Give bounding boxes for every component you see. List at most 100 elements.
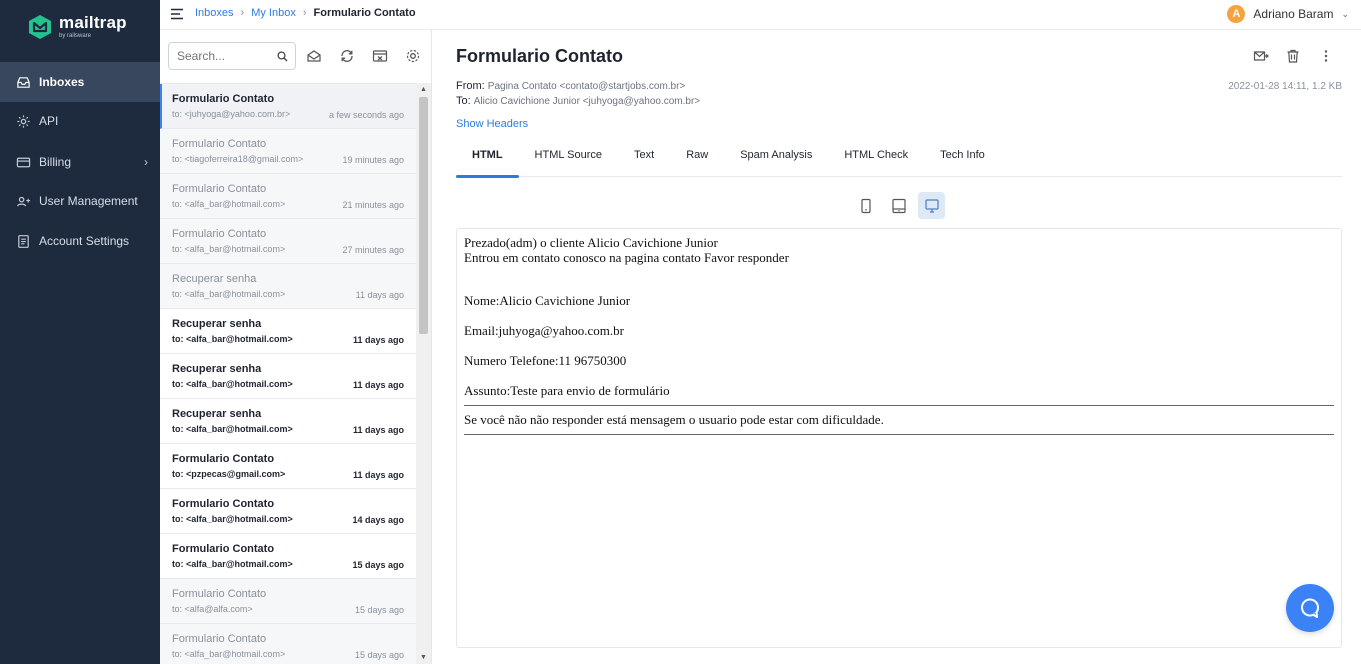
- breadcrumb-inboxes[interactable]: Inboxes: [195, 7, 234, 19]
- search-input[interactable]: [177, 49, 273, 63]
- card-icon: [16, 157, 31, 167]
- tablet-view-button[interactable]: [885, 192, 912, 219]
- refresh-icon[interactable]: [339, 48, 355, 64]
- message-time: 11 days ago: [355, 290, 404, 300]
- message-meta: 2022-01-28 14:11, 1.2 KB: [1228, 81, 1342, 92]
- forward-icon[interactable]: [1253, 48, 1269, 64]
- to-label: To:: [456, 95, 471, 107]
- show-headers-link[interactable]: Show Headers: [456, 118, 528, 130]
- tab-spam-analysis[interactable]: Spam Analysis: [724, 140, 828, 177]
- email-preview: Prezado(adm) o cliente Alicio Cavichione…: [456, 228, 1342, 648]
- from-value: Pagina Contato <contato@startjobs.com.br…: [487, 81, 686, 92]
- message-subject: Formulario Contato: [172, 498, 275, 510]
- message-item[interactable]: Formulario Contato to: <alfa_bar@hotmail…: [160, 624, 416, 664]
- tab-text[interactable]: Text: [618, 140, 670, 177]
- message-list-panel: Formulario Contato to: <juhyoga@yahoo.co…: [160, 30, 432, 664]
- chevron-down-icon: ⌄: [1341, 8, 1349, 19]
- message-item[interactable]: Formulario Contato to: <juhyoga@yahoo.co…: [160, 84, 416, 129]
- nav-item-user-management[interactable]: User Management: [0, 181, 160, 221]
- mailtrap-logo[interactable]: mailtrap by railsware: [27, 14, 127, 40]
- view-tabs: HTML HTML Source Text Raw Spam Analysis …: [456, 140, 1342, 178]
- scroll-up-arrow-icon[interactable]: ▲: [420, 86, 427, 93]
- breadcrumb-current: Formulario Contato: [313, 7, 416, 19]
- main-navigation: mailtrap by railsware Inboxes API Billin…: [0, 0, 160, 664]
- message-subject: Formulario Contato: [172, 93, 275, 105]
- message-time: 15 days ago: [354, 650, 404, 660]
- breadcrumb-separator: ›: [302, 7, 307, 19]
- message-time: 21 minutes ago: [342, 200, 404, 210]
- divider: [464, 434, 1334, 435]
- top-bar: Inboxes › My Inbox › Formulario Contato …: [160, 0, 1361, 30]
- more-options-icon[interactable]: [1318, 48, 1334, 64]
- message-item[interactable]: Formulario Contato to: <tiagoferreira18@…: [160, 129, 416, 174]
- message-time: 11 days ago: [352, 380, 404, 390]
- breadcrumb-my-inbox[interactable]: My Inbox: [251, 7, 296, 19]
- mobile-view-button[interactable]: [852, 192, 879, 219]
- nav-item-api[interactable]: API: [0, 101, 160, 141]
- tab-html[interactable]: HTML: [456, 140, 519, 178]
- nav-label: User Management: [39, 194, 138, 208]
- message-subject: Recuperar senha: [172, 273, 257, 285]
- message-item[interactable]: Recuperar senha to: <alfa_bar@hotmail.co…: [160, 354, 416, 399]
- tab-html-source[interactable]: HTML Source: [519, 140, 618, 177]
- divider: [464, 405, 1334, 406]
- message-item[interactable]: Formulario Contato to: <alfa_bar@hotmail…: [160, 174, 416, 219]
- desktop-view-button[interactable]: [918, 192, 945, 219]
- trash-icon[interactable]: [1285, 48, 1301, 64]
- to-header: To: Alicio Cavichione Junior <juhyoga@ya…: [456, 95, 700, 107]
- nav-label: Inboxes: [39, 75, 85, 89]
- message-subject: Formulario Contato: [172, 633, 267, 645]
- gear-icon: [17, 114, 30, 128]
- desktop-icon: [924, 198, 939, 213]
- mobile-icon: [860, 198, 871, 213]
- tab-raw[interactable]: Raw: [670, 140, 724, 177]
- message-subject: Formulario Contato: [172, 543, 275, 555]
- document-icon: [18, 234, 29, 248]
- message-item[interactable]: Recuperar senha to: <alfa_bar@hotmail.co…: [160, 399, 416, 444]
- body-line: Entrou em contato conosco na pagina cont…: [464, 250, 789, 265]
- tab-html-check[interactable]: HTML Check: [828, 140, 924, 177]
- tablet-icon: [891, 198, 906, 213]
- settings-gear-icon[interactable]: [405, 48, 421, 64]
- search-icon[interactable]: [277, 51, 288, 62]
- mailtrap-logo-icon: [29, 15, 51, 39]
- body-aviso: Se você não não responder está mensagem …: [464, 412, 884, 427]
- message-time: 15 days ago: [354, 605, 404, 615]
- message-item[interactable]: Recuperar senha to: <alfa_bar@hotmail.co…: [160, 264, 416, 309]
- from-label: From:: [456, 80, 485, 92]
- brand-sub: by railsware: [59, 33, 92, 39]
- message-item[interactable]: Formulario Contato to: <alfa_bar@hotmail…: [160, 534, 416, 579]
- nav-label: API: [39, 114, 59, 128]
- tab-tech-info[interactable]: Tech Info: [924, 140, 1001, 177]
- message-time: 11 days ago: [352, 335, 404, 345]
- user-menu[interactable]: A Adriano Baram ⌄: [1227, 5, 1349, 23]
- message-subject: Recuperar senha: [172, 408, 262, 420]
- support-chat-button[interactable]: [1286, 584, 1334, 632]
- menu-icon[interactable]: [170, 7, 184, 21]
- scroll-down-arrow-icon[interactable]: ▼: [420, 654, 427, 661]
- mark-read-icon[interactable]: [306, 48, 322, 64]
- avatar: A: [1227, 5, 1246, 23]
- breadcrumb-separator: ›: [240, 7, 245, 19]
- message-item[interactable]: Recuperar senha to: <alfa_bar@hotmail.co…: [160, 309, 416, 354]
- clear-inbox-icon[interactable]: [372, 48, 388, 64]
- message-subject: Formulario Contato: [172, 453, 275, 465]
- nav-item-account-settings[interactable]: Account Settings: [0, 221, 160, 261]
- message-item[interactable]: Formulario Contato to: <alfa_bar@hotmail…: [160, 219, 416, 264]
- message-item[interactable]: Formulario Contato to: <pzpecas@gmail.co…: [160, 444, 416, 489]
- message-list-scrollbar[interactable]: ▲ ▼: [416, 83, 431, 664]
- scroll-thumb[interactable]: [419, 97, 428, 334]
- nav-label: Account Settings: [39, 234, 130, 248]
- message-time: 27 minutes ago: [342, 245, 404, 255]
- nav-label: Billing: [39, 155, 72, 169]
- message-subject: Formulario Contato: [172, 183, 267, 195]
- message-item[interactable]: Formulario Contato to: <alfa_bar@hotmail…: [160, 489, 416, 534]
- search-box: [168, 42, 296, 70]
- body-nome: Nome:Alicio Cavichione Junior: [464, 293, 631, 308]
- user-name: Adriano Baram: [1253, 7, 1334, 21]
- message-item[interactable]: Formulario Contato to: <alfa@alfa.com> 1…: [160, 579, 416, 624]
- brand-name: mailtrap: [59, 13, 127, 32]
- nav-item-billing[interactable]: Billing ›: [0, 142, 160, 182]
- message-time: 11 days ago: [352, 425, 404, 435]
- nav-item-inboxes[interactable]: Inboxes: [0, 62, 160, 102]
